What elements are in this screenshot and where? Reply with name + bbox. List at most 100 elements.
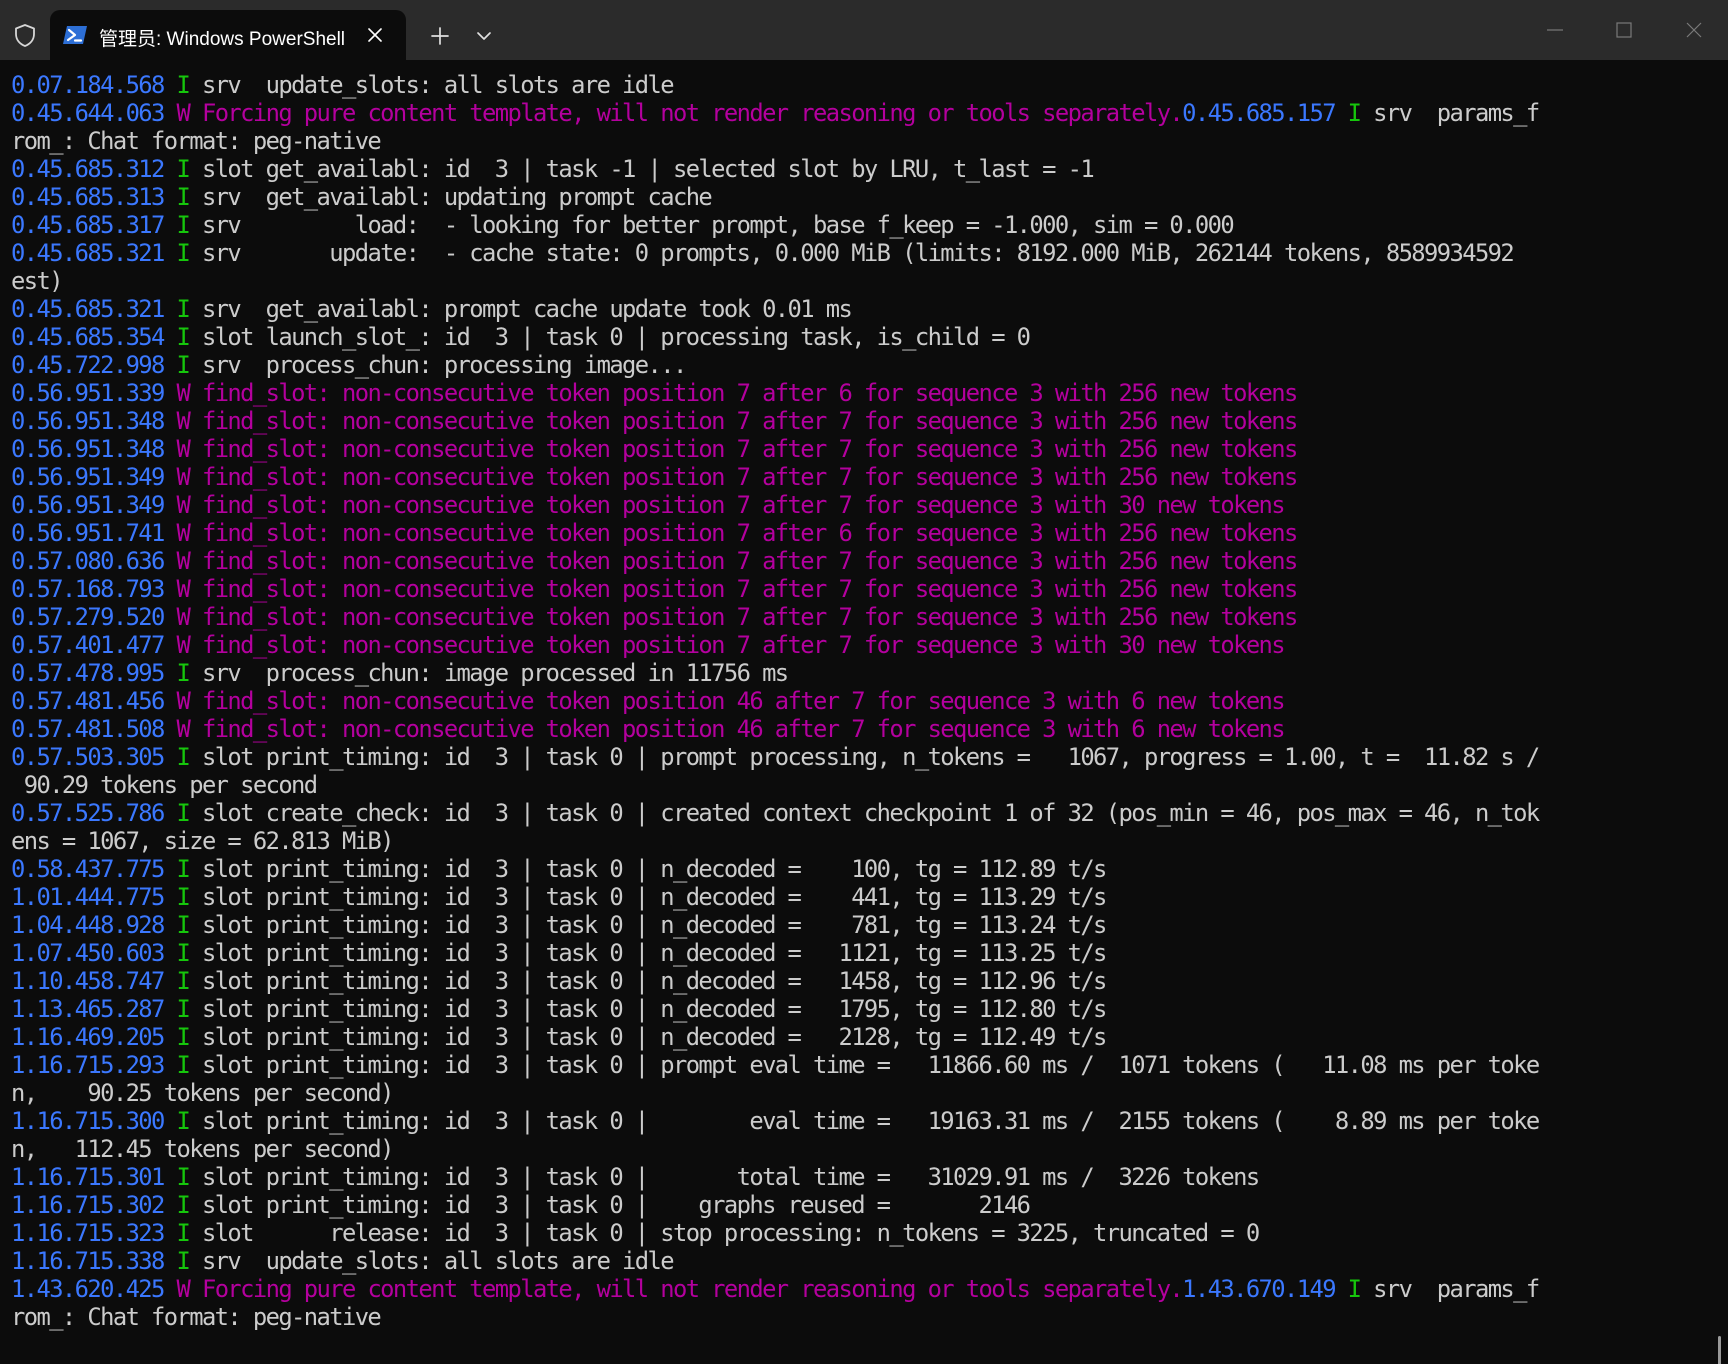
log-level-warning: W (176, 547, 191, 575)
warning-message: find_slot: non-consecutive token positio… (189, 715, 1286, 743)
log-text: rom_: Chat format: peg-native (11, 1303, 382, 1331)
timestamp: 1.04.448.928 (11, 911, 165, 939)
shield-icon (15, 24, 35, 47)
console-line: 90.29 tokens per second (11, 771, 1701, 799)
log-level-warning: W (176, 575, 191, 603)
log-level-info: I (176, 1219, 191, 1247)
minimize-icon[interactable] (1545, 20, 1565, 40)
close-icon[interactable] (366, 26, 384, 44)
log-level-info: I (176, 155, 191, 183)
log-text: slot print_timing: id 3 | task 0 | n_dec… (189, 883, 1107, 911)
log-text: srv params_f (1360, 1275, 1540, 1303)
timestamp: 1.16.715.323 (11, 1219, 165, 1247)
warning-message: Forcing pure content template, will not … (189, 1275, 1184, 1303)
log-text: rom_: Chat format: peg-native (11, 127, 382, 155)
log-level-warning: W (176, 491, 191, 519)
console-line: 0.57.481.456 W find_slot: non-consecutiv… (11, 687, 1701, 715)
log-text: slot print_timing: id 3 | task 0 | graph… (189, 1191, 1031, 1219)
console-line: 0.45.685.317 I srv load: - looking for b… (11, 211, 1701, 239)
console-line: est) (11, 267, 1701, 295)
log-level-info: I (176, 911, 191, 939)
log-text: slot print_timing: id 3 | task 0 | promp… (189, 1051, 1540, 1079)
timestamp: 1.13.465.287 (11, 995, 165, 1023)
log-level-warning: W (176, 463, 191, 491)
console-line: 0.57.080.636 W find_slot: non-consecutiv… (11, 547, 1701, 575)
timestamp: 1.43.670.149 (1182, 1275, 1336, 1303)
log-level-warning: W (176, 687, 191, 715)
console-line: 0.56.951.741 W find_slot: non-consecutiv… (11, 519, 1701, 547)
timestamp: 0.57.279.520 (11, 603, 165, 631)
log-level-warning: W (176, 631, 191, 659)
console-line: 1.07.450.603 I slot print_timing: id 3 |… (11, 939, 1701, 967)
log-level-info: I (176, 1107, 191, 1135)
log-text: n, 112.45 tokens per second) (11, 1135, 395, 1163)
timestamp: 1.16.715.293 (11, 1051, 165, 1079)
timestamp: 0.56.951.349 (11, 463, 165, 491)
log-level-info: I (176, 211, 191, 239)
log-text: slot launch_slot_: id 3 | task 0 | proce… (189, 323, 1031, 351)
console-line: n, 90.25 tokens per second) (11, 1079, 1701, 1107)
console-line: 0.57.478.995 I srv process_chun: image p… (11, 659, 1701, 687)
log-level-info: I (176, 1163, 191, 1191)
close-icon[interactable] (1684, 20, 1704, 40)
log-text: slot print_timing: id 3 | task 0 | eval … (189, 1107, 1540, 1135)
timestamp: 0.45.685.354 (11, 323, 165, 351)
log-level-info: I (176, 239, 191, 267)
timestamp: 0.45.685.157 (1182, 99, 1336, 127)
console-line: 0.57.481.508 W find_slot: non-consecutiv… (11, 715, 1701, 743)
log-level-info: I (176, 1247, 191, 1275)
log-level-warning: W (176, 99, 191, 127)
console-line: 0.45.685.354 I slot launch_slot_: id 3 |… (11, 323, 1701, 351)
log-level-info: I (176, 967, 191, 995)
console-line: 0.45.644.063 W Forcing pure content temp… (11, 99, 1701, 127)
timestamp: 0.45.685.321 (11, 239, 165, 267)
timestamp: 1.16.715.300 (11, 1107, 165, 1135)
plus-icon[interactable] (430, 26, 450, 46)
scrollbar-thumb[interactable] (1718, 1336, 1721, 1364)
log-text: slot release: id 3 | task 0 | stop proce… (189, 1219, 1260, 1247)
log-level-warning: W (176, 519, 191, 547)
console-line: 1.10.458.747 I slot print_timing: id 3 |… (11, 967, 1701, 995)
console-lines: 0.07.184.568 I srv update_slots: all slo… (11, 71, 1701, 1331)
log-level-info: I (176, 1191, 191, 1219)
timestamp: 1.16.469.205 (11, 1023, 165, 1051)
log-text: srv update_slots: all slots are idle (189, 1247, 675, 1275)
chevron-down-icon[interactable] (476, 30, 492, 42)
timestamp: 1.07.450.603 (11, 939, 165, 967)
log-level-info: I (176, 659, 191, 687)
log-level-info: I (176, 71, 191, 99)
timestamp: 0.57.080.636 (11, 547, 165, 575)
console-line: 1.16.715.338 I srv update_slots: all slo… (11, 1247, 1701, 1275)
log-text: 90.29 tokens per second (11, 771, 318, 799)
log-text: srv load: - looking for better prompt, b… (189, 211, 1235, 239)
warning-message: find_slot: non-consecutive token positio… (189, 519, 1298, 547)
console-line: 1.13.465.287 I slot print_timing: id 3 |… (11, 995, 1701, 1023)
log-level-warning: W (176, 603, 191, 631)
log-text: srv params_f (1360, 99, 1540, 127)
log-text: slot print_timing: id 3 | task 0 | n_dec… (189, 967, 1107, 995)
maximize-icon[interactable] (1614, 20, 1634, 40)
timestamp: 0.45.685.321 (11, 295, 165, 323)
timestamp: 0.45.644.063 (11, 99, 165, 127)
timestamp: 1.16.715.301 (11, 1163, 165, 1191)
tab-powershell[interactable]: 管理员: Windows PowerShell (50, 10, 406, 60)
warning-message: Forcing pure content template, will not … (189, 99, 1184, 127)
timestamp: 0.56.951.339 (11, 379, 165, 407)
terminal-output[interactable]: 0.07.184.568 I srv update_slots: all slo… (0, 60, 1728, 1364)
console-line: 0.57.401.477 W find_slot: non-consecutiv… (11, 631, 1701, 659)
timestamp: 0.45.685.317 (11, 211, 165, 239)
warning-message: find_slot: non-consecutive token positio… (189, 575, 1298, 603)
console-line: rom_: Chat format: peg-native (11, 1303, 1701, 1331)
